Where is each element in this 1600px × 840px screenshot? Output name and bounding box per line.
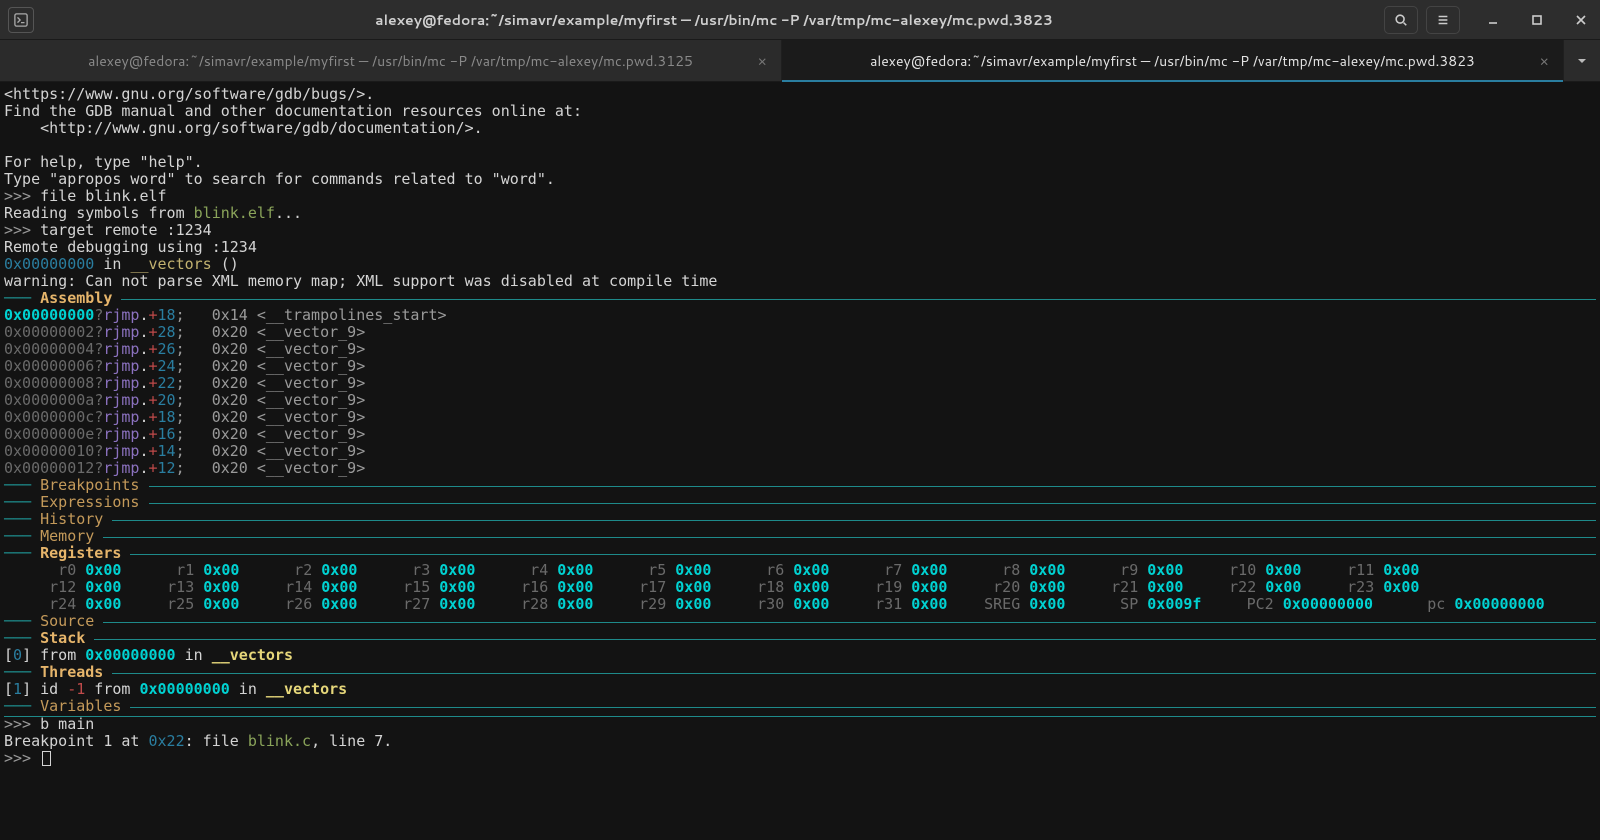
gdb-output: Breakpoint 1 at 0x22: file blink.c, line… — [4, 733, 1596, 750]
gdb-output: 0x00000000 in __vectors () — [4, 256, 1596, 273]
maximize-button[interactable] — [1526, 9, 1548, 31]
gdb-output: Reading symbols from blink.elf... — [4, 205, 1596, 222]
asm-row: 0x00000012 ? rjmp .+12 ; 0x20 <__vector_… — [4, 460, 1596, 477]
thread-row: [1] id -1 from 0x00000000 in __vectors — [4, 681, 1596, 698]
window-title: alexey@fedora:~/simavr/example/myfirst —… — [44, 10, 1384, 30]
close-button[interactable] — [1570, 9, 1592, 31]
search-button[interactable] — [1384, 6, 1418, 34]
gdb-command: >>> file blink.elf — [4, 188, 1596, 205]
register-row: r12 0x00 r13 0x00 r14 0x00 r15 0x00 r16 … — [4, 579, 1596, 596]
section-end — [4, 715, 1596, 716]
tab-label: alexey@fedora:~/simavr/example/myfirst —… — [88, 51, 693, 71]
gdb-command: >>> target remote :1234 — [4, 222, 1596, 239]
section-memory: ─── Memory — [4, 528, 1596, 545]
close-icon[interactable]: × — [1539, 50, 1549, 71]
asm-row: 0x0000000a ? rjmp .+20 ; 0x20 <__vector_… — [4, 392, 1596, 409]
section-assembly: ─── Assembly — [4, 290, 1596, 307]
register-row: r24 0x00 r25 0x00 r26 0x00 r27 0x00 r28 … — [4, 596, 1596, 613]
blank-line — [4, 137, 1596, 154]
window-titlebar: alexey@fedora:~/simavr/example/myfirst —… — [0, 0, 1600, 40]
cursor-icon — [42, 751, 51, 766]
gdb-output: Find the GDB manual and other documentat… — [4, 103, 1596, 120]
gdb-output: Type "apropos word" to search for comman… — [4, 171, 1596, 188]
section-stack: ─── Stack — [4, 630, 1596, 647]
asm-row: 0x00000008 ? rjmp .+22 ; 0x20 <__vector_… — [4, 375, 1596, 392]
asm-row: 0x00000004 ? rjmp .+26 ; 0x20 <__vector_… — [4, 341, 1596, 358]
minimize-button[interactable] — [1482, 9, 1504, 31]
section-registers: ─── Registers — [4, 545, 1596, 562]
asm-row: 0x00000002 ? rjmp .+28 ; 0x20 <__vector_… — [4, 324, 1596, 341]
terminal-area[interactable]: <https://www.gnu.org/software/gdb/bugs/>… — [0, 82, 1600, 771]
menu-button[interactable] — [1426, 6, 1460, 34]
stack-frame: [0] from 0x00000000 in __vectors — [4, 647, 1596, 664]
asm-row: 0x00000006 ? rjmp .+24 ; 0x20 <__vector_… — [4, 358, 1596, 375]
tab-dropdown-button[interactable] — [1564, 40, 1600, 81]
section-source: ─── Source — [4, 613, 1596, 630]
terminal-app-icon — [8, 7, 34, 33]
section-variables: ─── Variables — [4, 698, 1596, 715]
gdb-output: Remote debugging using :1234 — [4, 239, 1596, 256]
tab-1[interactable]: alexey@fedora:~/simavr/example/myfirst —… — [0, 40, 782, 81]
asm-row: 0x00000010 ? rjmp .+14 ; 0x20 <__vector_… — [4, 443, 1596, 460]
asm-row: 0x0000000e ? rjmp .+16 ; 0x20 <__vector_… — [4, 426, 1596, 443]
register-row: r0 0x00 r1 0x00 r2 0x00 r3 0x00 r4 0x00 … — [4, 562, 1596, 579]
gdb-prompt[interactable]: >>> — [4, 750, 1596, 767]
gdb-output: For help, type "help". — [4, 154, 1596, 171]
asm-row: 0x00000000 ? rjmp .+18 ; 0x14 <__trampol… — [4, 307, 1596, 324]
gdb-command: >>> b main — [4, 716, 1596, 733]
tab-2[interactable]: alexey@fedora:~/simavr/example/myfirst —… — [782, 40, 1564, 81]
tab-bar: alexey@fedora:~/simavr/example/myfirst —… — [0, 40, 1600, 82]
close-icon[interactable]: × — [757, 50, 767, 71]
asm-row: 0x0000000c ? rjmp .+18 ; 0x20 <__vector_… — [4, 409, 1596, 426]
section-history: ─── History — [4, 511, 1596, 528]
section-threads: ─── Threads — [4, 664, 1596, 681]
tab-label: alexey@fedora:~/simavr/example/myfirst —… — [870, 51, 1475, 71]
gdb-output: warning: Can not parse XML memory map; X… — [4, 273, 1596, 290]
gdb-output: <http://www.gnu.org/software/gdb/documen… — [4, 120, 1596, 137]
section-expressions: ─── Expressions — [4, 494, 1596, 511]
gdb-output: <https://www.gnu.org/software/gdb/bugs/>… — [4, 86, 1596, 103]
titlebar-controls — [1384, 6, 1592, 34]
section-breakpoints: ─── Breakpoints — [4, 477, 1596, 494]
